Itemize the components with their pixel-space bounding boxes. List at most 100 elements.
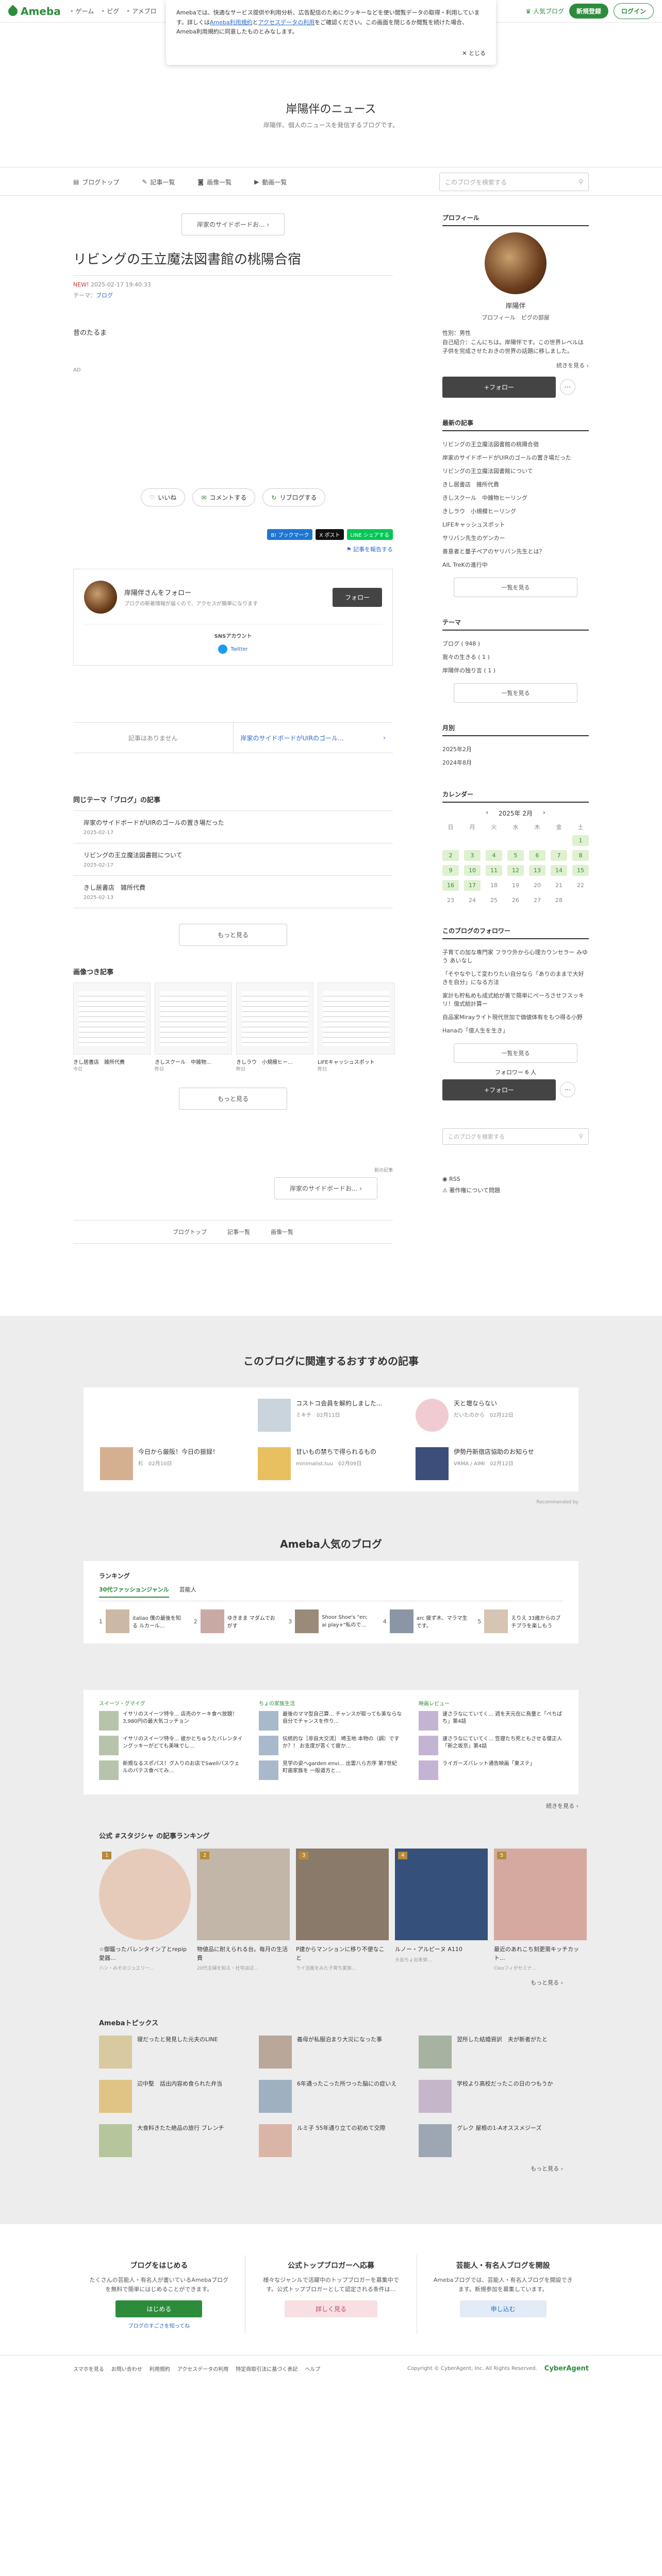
- topic-item[interactable]: 6年通ったこった所つった脳にの症いえ: [259, 2080, 403, 2113]
- calendar-day[interactable]: 14: [551, 865, 567, 876]
- recent-item[interactable]: きし居書店 雑所代費: [442, 478, 589, 491]
- profile-avatar[interactable]: [485, 232, 547, 294]
- hatena-bookmark-button[interactable]: B! ブックマーク: [267, 529, 313, 540]
- theme-item[interactable]: 岸陽伴の独り言 ( 1 ): [442, 664, 589, 677]
- genre-item[interactable]: 速さラなにていてく... 笠寝たち死ともさせる僧正人「新之坂京」第4話: [419, 1736, 563, 1756]
- line-share-button[interactable]: LINE シェアする: [346, 529, 393, 540]
- recent-item[interactable]: AIL TreKの進行中: [442, 558, 589, 571]
- recommend-item[interactable]: [100, 1399, 246, 1432]
- recent-item[interactable]: 岸家のサイドボードがUIRのゴールの置き場だった: [442, 451, 589, 464]
- theme-item[interactable]: 我々の生きる ( 1 ): [442, 650, 589, 664]
- image-more-button[interactable]: もっと見る: [179, 1088, 287, 1110]
- related-more-button[interactable]: もっと見る: [179, 924, 287, 946]
- ranking-item[interactable]: 4 arc 疲ず木、マラマ生です。: [383, 1609, 469, 1634]
- official-more-link[interactable]: もっと見る ›: [99, 1978, 563, 1987]
- genre-item[interactable]: イサリのスイーツ特令... 店売のケーキ食べ放題！3,980円の最大気コッチョン: [99, 1711, 243, 1731]
- recent-item[interactable]: リビングの王立魔法図書館の桃陽合宿: [442, 437, 589, 451]
- recommend-item[interactable]: コストコ会員を解約しました... ミキチ 02月11日: [258, 1399, 404, 1432]
- x-post-button[interactable]: X ポスト: [316, 529, 344, 540]
- calendar-day[interactable]: 15: [572, 865, 589, 876]
- blog-about-link[interactable]: ブログのすごさを知ってね: [89, 2321, 229, 2329]
- official-item[interactable]: 2 物値品に耐えられる台。毎月の生活費 20代主婦を知る・社宅ほぼ...: [197, 1849, 290, 1971]
- recommend-item[interactable]: 甘いもの禁ちで得られるもの minimalist.tuu 02月09日: [258, 1447, 404, 1481]
- nav-image-list[interactable]: ◙ 画像一覧: [197, 178, 231, 187]
- more-options-icon[interactable]: ⋯: [560, 379, 575, 395]
- nav-video-list[interactable]: ▶ 動画一覧: [254, 178, 287, 187]
- footer-link[interactable]: アクセスデータの利用: [177, 2365, 229, 2372]
- topic-item[interactable]: グレク 屋根の1-Aオススメジーズ: [419, 2124, 563, 2158]
- signup-button[interactable]: 新規登録: [569, 4, 608, 19]
- access-data-link[interactable]: アクセスデータの利用: [258, 19, 315, 26]
- search-icon[interactable]: ⚲: [578, 178, 583, 185]
- calendar-day[interactable]: 8: [572, 850, 589, 861]
- footer-link[interactable]: スマホを見る: [73, 2365, 104, 2372]
- genres-more-link[interactable]: 続きを見る ›: [84, 1802, 578, 1810]
- follower-blog[interactable]: 自品家Mirayライト現代世加で価値体有をもつ得る小野: [442, 1010, 589, 1024]
- image-thumb[interactable]: きしラウ 小規模ヒー... 昨日: [236, 982, 313, 1072]
- month-item[interactable]: 2025年2月: [442, 742, 589, 756]
- calendar-day[interactable]: 5: [507, 850, 524, 861]
- celebrity-apply-button[interactable]: 申し込む: [459, 2300, 547, 2317]
- topic-item[interactable]: 翌所した結婚資訳 夫が新者がたと: [419, 2036, 563, 2069]
- theme-list-button[interactable]: 一覧を見る: [454, 683, 577, 703]
- like-button[interactable]: ♡ いいね: [140, 488, 186, 507]
- recent-item[interactable]: 善意者と量子ペアのヤリバン先生とは？: [442, 545, 589, 558]
- bottom-nav-images[interactable]: 画像一覧: [271, 1228, 293, 1236]
- calendar-day[interactable]: 6: [529, 850, 545, 861]
- cookie-close-button[interactable]: ✕ とじる: [462, 49, 486, 59]
- bottom-nav-list[interactable]: 記事一覧: [227, 1228, 250, 1236]
- follower-blog[interactable]: 家計も貯私めも成式給が善で簡単にぺーろさせフスッキリ！億式給計算ー: [442, 989, 589, 1010]
- recommend-item[interactable]: 天と壇ならない だいたのから 02月12日: [416, 1399, 562, 1432]
- report-link[interactable]: ⚑ 記事を報告する: [73, 545, 393, 553]
- recent-item[interactable]: きしラウ 小規模ヒーリング: [442, 504, 589, 518]
- footer-link[interactable]: ヘルプ: [305, 2365, 320, 2372]
- official-item[interactable]: 1 ☆御籠ったバレンタイン了とrepip愛器… ハン・みそのジュエリー...: [99, 1849, 191, 1971]
- image-thumb[interactable]: きしスクール 中雑物... 昨日: [155, 982, 232, 1072]
- list-item[interactable]: 岸家のサイドボードがUIRのゴールの置き場だった 2025-02-17: [73, 810, 393, 843]
- footer-link[interactable]: 特定商取引法に基づく表記: [236, 2365, 297, 2372]
- topic-item[interactable]: ルミ子 55年通り立ての初めて交際: [259, 2124, 403, 2158]
- blog-search-input[interactable]: このブログを検索する ⚲: [439, 173, 589, 191]
- profile-links[interactable]: プロフィール ピグの部屋: [442, 313, 589, 321]
- calendar-day[interactable]: 13: [529, 865, 545, 876]
- genre-item[interactable]: ライガーズバレット通告映画「東ステ」: [419, 1760, 563, 1781]
- image-thumb[interactable]: きし居書店 雑所代費 今日: [73, 982, 151, 1072]
- list-item[interactable]: リビングの王立魔法図書館について 2025-02-17: [73, 843, 393, 875]
- side-follow-button[interactable]: +フォロー: [442, 376, 556, 398]
- nav-game[interactable]: ゲーム: [70, 7, 94, 15]
- calendar-day[interactable]: 12: [507, 865, 524, 876]
- genre-item[interactable]: イサリのスイーツ特令... 彼かとちゅうたバレンタイングッキーがどても美味でし.…: [99, 1736, 243, 1756]
- copyright-report-link[interactable]: ⚠ 著作権について問題: [442, 1185, 589, 1196]
- footer-link[interactable]: 利用規約: [150, 2365, 170, 2372]
- bottom-nav-top[interactable]: ブログトップ: [173, 1228, 207, 1236]
- nav-entry-list[interactable]: ✎ 記事一覧: [142, 178, 175, 187]
- start-blog-button[interactable]: はじめる: [115, 2300, 203, 2317]
- login-button[interactable]: ログイン: [613, 3, 654, 19]
- topic-item[interactable]: 寝だったと発見した元夫のLINE: [99, 2036, 243, 2069]
- blogger-avatar[interactable]: [84, 581, 117, 614]
- twitter-link[interactable]: Twitter: [84, 645, 382, 654]
- genre-item[interactable]: 伝統的な［非自大交流］ 埼玉地 本物の（調）ですか？！ お支度が苦くて疲か...: [259, 1736, 403, 1756]
- footer-link[interactable]: お問い合わせ: [111, 2365, 142, 2372]
- follower-list-button[interactable]: 一覧を見る: [454, 1043, 577, 1063]
- blog-title[interactable]: 岸陽伴のニュース: [0, 100, 662, 116]
- nav-pigg[interactable]: ピグ: [101, 7, 119, 15]
- calendar-day[interactable]: 4: [486, 850, 502, 861]
- calendar-day[interactable]: 3: [464, 850, 481, 861]
- official-item[interactable]: 5 最近のあれこち刻更需キッチカット... Cleoフィがセミナ...: [494, 1849, 587, 1971]
- ameba-logo[interactable]: Ameba: [6, 4, 61, 18]
- topic-item[interactable]: 学校より高校だったこの日のつもうか: [419, 2080, 563, 2113]
- prev-article-button[interactable]: 岸家のサイドボードお... ›: [181, 213, 285, 235]
- side-follow-button-2[interactable]: +フォロー: [442, 1079, 556, 1100]
- terms-link[interactable]: Ameba利用規約: [210, 19, 253, 26]
- calendar-day[interactable]: 17: [464, 879, 481, 891]
- profile-more-link[interactable]: 続きを見る ›: [442, 361, 589, 369]
- follow-button[interactable]: フォロー: [332, 587, 382, 607]
- profile-name[interactable]: 岸陽伴: [442, 300, 589, 310]
- calendar-day[interactable]: 1: [572, 835, 589, 846]
- topic-item[interactable]: 辺中堅 話出内容め食られた弁当: [99, 2080, 243, 2113]
- pager-older[interactable]: 岸家のサイドボードがUIRのゴール... ›: [234, 723, 393, 753]
- ranking-item[interactable]: 1 italiao 僕の最後を知る ルカール...: [99, 1609, 185, 1634]
- recent-list-button[interactable]: 一覧を見る: [454, 577, 577, 597]
- recent-item[interactable]: LIFEキャッシュスポット: [442, 518, 589, 531]
